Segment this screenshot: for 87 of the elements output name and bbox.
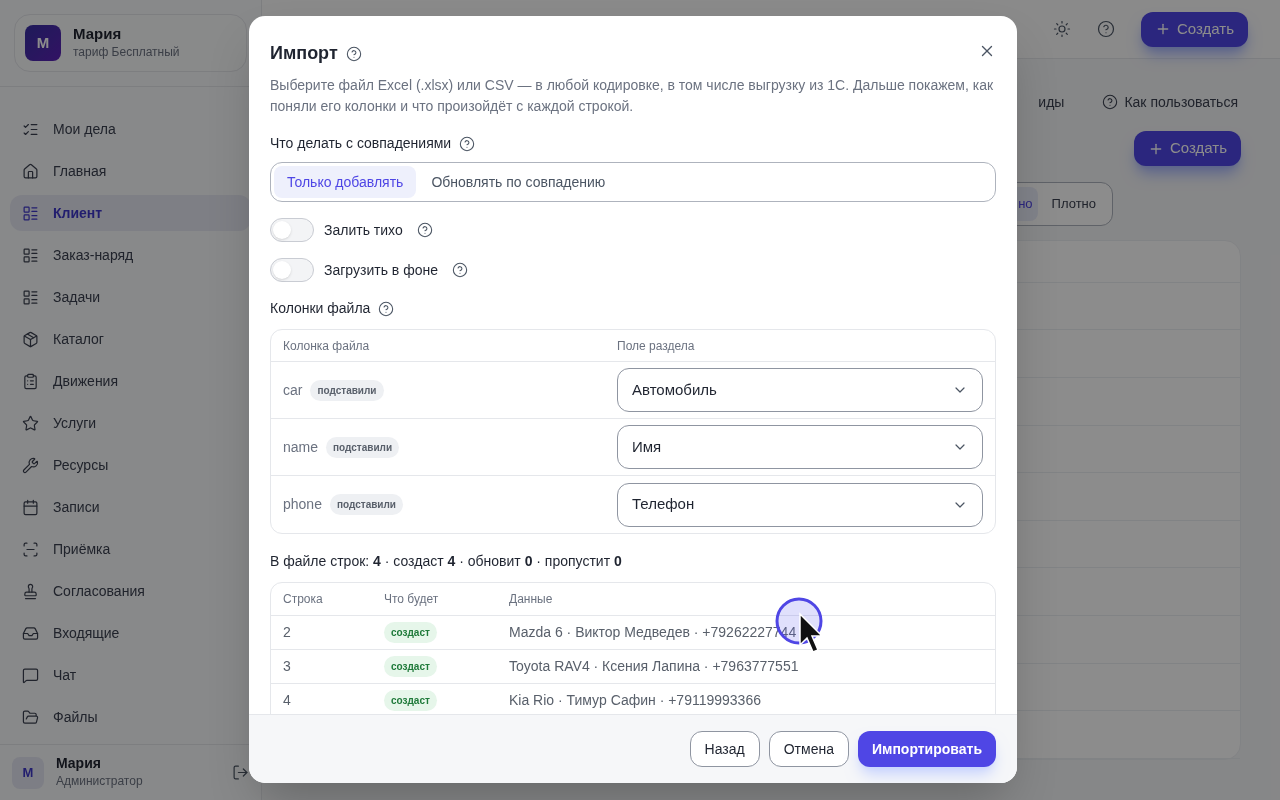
import-summary: В файле строк: 4 · создаст 4 · обновит 0 · пропустит 0: [270, 552, 623, 571]
scan-icon: [22, 540, 39, 558]
avatar: М: [12, 756, 44, 789]
user-role: Администратор: [56, 773, 144, 790]
nav-item[interactable]: Входящие: [10, 615, 251, 651]
section-label: Колонки файла: [270, 299, 371, 318]
folder-icon: [22, 708, 39, 726]
stamp-icon: [22, 582, 39, 600]
page-link[interactable]: иды: [1038, 91, 1065, 113]
section-label: Что делать с совпадениями: [270, 134, 452, 153]
chat-icon: [22, 666, 39, 684]
dialog-button[interactable]: Назад: [689, 731, 760, 767]
table-cell-text: car: [283, 380, 303, 400]
box-icon: [22, 330, 39, 348]
help-icon[interactable]: [459, 135, 476, 152]
status-tag: подставили: [329, 494, 403, 515]
table-cell-text: 3: [283, 657, 292, 676]
toggle-switch[interactable]: [270, 258, 314, 282]
home-icon: [22, 162, 39, 180]
nav-item[interactable]: Чат: [10, 657, 251, 693]
wrench-icon: [22, 456, 39, 474]
page-link[interactable]: Как пользоваться: [1124, 91, 1238, 113]
create-button[interactable]: Создать: [1134, 131, 1241, 166]
nav-item[interactable]: Файлы: [10, 699, 251, 735]
nav-item[interactable]: Клиент: [10, 195, 251, 231]
column-header: Что будет: [384, 591, 440, 608]
nav-item[interactable]: Согласования: [10, 573, 251, 609]
nav-item[interactable]: Мои дела: [10, 111, 251, 147]
logout-icon[interactable]: [232, 764, 249, 781]
toggle-switch[interactable]: [270, 218, 314, 242]
nav-item[interactable]: Услуги: [10, 405, 251, 441]
plan-label: тариф Бесплатный: [73, 44, 180, 61]
dialog-button[interactable]: Импортировать: [857, 731, 996, 767]
inbox-icon: [22, 624, 39, 642]
dialog-button[interactable]: Отмена: [768, 731, 849, 767]
table-cell-text: Toyota RAV4 · Ксения Лапина · +7963777551: [509, 657, 799, 676]
nav-item[interactable]: Движения: [10, 363, 251, 399]
toggle-label: Загрузить в фоне: [324, 260, 438, 280]
create-button[interactable]: Создать: [1141, 11, 1248, 47]
nav-item[interactable]: Приёмка: [10, 531, 251, 567]
nav-item[interactable]: Каталог: [10, 321, 251, 357]
help-icon[interactable]: [416, 222, 433, 238]
avatar: М: [25, 25, 61, 61]
clipboard-icon: [22, 372, 39, 390]
match-mode-option[interactable]: Только добавлять: [274, 166, 417, 198]
help-icon[interactable]: [1097, 20, 1115, 38]
help-icon[interactable]: [378, 300, 395, 317]
column-header: Поле раздела: [617, 337, 695, 355]
user-name: Мария: [56, 755, 102, 772]
nav-item[interactable]: Ресурсы: [10, 447, 251, 483]
dialog-title: Импорт: [270, 42, 338, 65]
dialog-description: Выберите файл Excel (.xlsx) или CSV — в любой кодировке, в том числе выгрузку из 1С. Дальше покажем, как поняли его колонки и что произойдёт с каждой строкой.: [270, 76, 995, 116]
profile-card[interactable]: М Мария тариф Бесплатный: [14, 14, 247, 72]
star-icon: [22, 414, 39, 432]
field-select[interactable]: Имя: [617, 425, 983, 469]
help-icon[interactable]: [451, 262, 468, 278]
table-cell-text: 2: [283, 623, 292, 642]
status-tag: создаст: [384, 690, 437, 711]
list-icon: [22, 288, 39, 306]
help-icon[interactable]: [1102, 94, 1119, 110]
table-cell-text: phone: [283, 495, 322, 514]
column-header: Колонка файла: [283, 337, 371, 355]
nav-item[interactable]: Записи: [10, 489, 251, 525]
table-cell-text: Kia Rio · Тимур Сафин · +79119993366: [509, 691, 761, 710]
status-tag: подставили: [326, 436, 400, 458]
column-header: Строка: [283, 591, 324, 608]
nav-item[interactable]: Заказ-наряд: [10, 237, 251, 273]
nav-item[interactable]: Задачи: [10, 279, 251, 315]
table-cell-text: 4: [283, 691, 292, 710]
status-tag: подставили: [310, 379, 384, 401]
help-icon[interactable]: [345, 45, 362, 62]
status-tag: создаст: [384, 622, 437, 643]
status-tag: создаст: [384, 656, 437, 677]
list-icon: [22, 246, 39, 264]
match-mode-option[interactable]: Обновлять по совпадению: [418, 166, 619, 198]
toggle-label: Залить тихо: [324, 220, 403, 240]
nav-item[interactable]: Главная: [10, 153, 251, 189]
field-select[interactable]: Автомобиль: [617, 368, 983, 412]
plus-icon: [1155, 21, 1171, 37]
profile-name: Мария: [73, 25, 123, 43]
list-icon: [22, 204, 39, 222]
density-option[interactable]: Плотно: [1039, 187, 1108, 221]
calendar-icon: [22, 498, 39, 516]
field-select[interactable]: Телефон: [617, 482, 983, 527]
theme-icon[interactable]: [1053, 20, 1071, 38]
table-cell-text: name: [283, 437, 319, 457]
column-header: Данные: [509, 591, 553, 608]
